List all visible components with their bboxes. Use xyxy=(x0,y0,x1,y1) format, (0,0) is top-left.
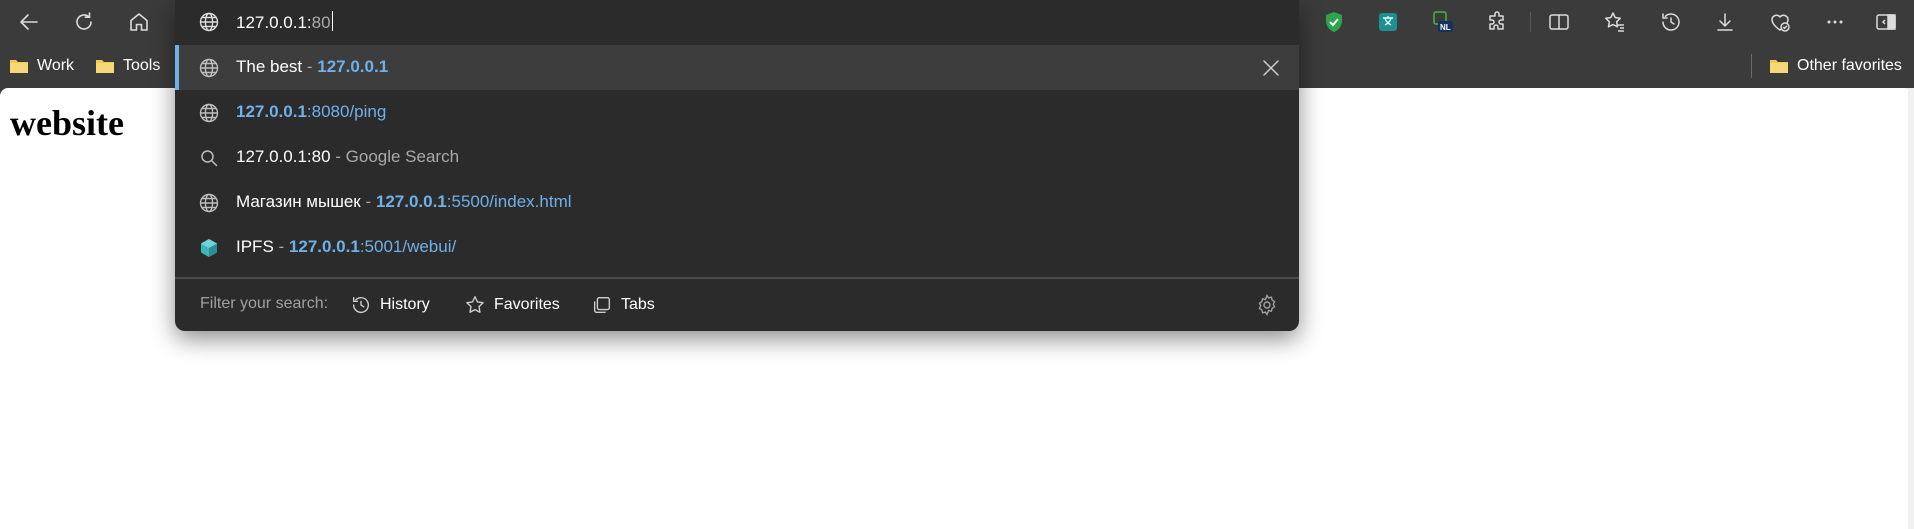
suggestion-item[interactable]: IPFS - 127.0.0.1:5001/webui/ xyxy=(175,225,1299,270)
star-icon xyxy=(466,296,484,313)
more-menu-button[interactable] xyxy=(1817,6,1853,38)
suggestion-title: The best xyxy=(236,57,303,76)
suggestion-title: Магазин мышек xyxy=(236,192,361,211)
browser-essentials-button[interactable] xyxy=(1762,6,1798,38)
arrow-left-icon xyxy=(20,14,38,30)
filter-chip-label: Favorites xyxy=(494,296,560,313)
filter-favorites-button[interactable]: Favorites xyxy=(464,289,560,321)
inline-autocomplete: 80 xyxy=(311,13,331,32)
puzzle-icon xyxy=(1489,11,1504,30)
filter-tabs-button[interactable]: Tabs xyxy=(591,289,655,321)
refresh-icon xyxy=(76,12,92,30)
suggestion-url-rest: :5001/webui/ xyxy=(359,237,457,256)
sidebar-icon xyxy=(1876,14,1896,30)
text-caret xyxy=(331,11,333,31)
suggestion-text: 127.0.0.1:8080/ping xyxy=(236,102,386,122)
favorites-folder-label: Tools xyxy=(123,57,161,74)
suggestion-title: IPFS xyxy=(236,237,274,256)
star-list-icon xyxy=(1605,12,1624,32)
heart-pulse-icon xyxy=(1771,14,1790,32)
suggestion-text: 127.0.0.1:80 - Google Search xyxy=(236,147,459,167)
other-favorites-label: Other favorites xyxy=(1797,57,1902,74)
globe-icon xyxy=(199,58,219,78)
back-button[interactable] xyxy=(11,6,47,38)
favorites-folder-work[interactable]: Work xyxy=(9,53,74,79)
suggestion-url-match: 127.0.0.1 xyxy=(375,192,447,211)
suggestion-url-match: 127.0.0.1 xyxy=(288,237,360,256)
download-icon xyxy=(1717,13,1733,31)
shield-check-icon xyxy=(1326,12,1342,32)
toolbar-separator xyxy=(1530,12,1531,32)
history-icon xyxy=(1662,13,1680,31)
filter-label: Filter your search: xyxy=(200,295,329,312)
downloads-button[interactable] xyxy=(1707,6,1743,38)
address-input[interactable]: 127.0.0.1:80 xyxy=(236,11,333,33)
dropdown-divider xyxy=(175,277,1299,279)
gear-icon[interactable] xyxy=(1255,293,1279,317)
home-button[interactable] xyxy=(121,6,157,38)
folder-icon xyxy=(10,60,28,73)
favorites-bar-separator xyxy=(1751,54,1752,78)
suggestion-item[interactable]: The best - 127.0.0.1 xyxy=(175,45,1299,90)
suggestion-url-rest: :5500/index.html xyxy=(446,192,572,211)
address-bar-dropdown: 127.0.0.1:80 The best - 127.0.0.1 127.0.… xyxy=(175,0,1299,331)
shield-extension-button[interactable] xyxy=(1316,6,1352,38)
search-query: 127.0.0.1:80 xyxy=(236,147,331,166)
vertical-scrollbar[interactable] xyxy=(1908,88,1914,529)
suggestion-item[interactable]: 127.0.0.1:8080/ping xyxy=(175,90,1299,135)
favorites-folder-label: Work xyxy=(37,57,75,74)
filter-chip-label: Tabs xyxy=(621,296,655,313)
suggestion-item[interactable]: 127.0.0.1:80 - Google Search xyxy=(175,135,1299,180)
filter-chip-label: History xyxy=(380,296,430,313)
sidebar-toggle-button[interactable] xyxy=(1868,6,1904,38)
more-dots-icon xyxy=(1827,20,1843,24)
home-icon xyxy=(130,13,148,31)
favorites-button[interactable] xyxy=(1597,6,1633,38)
translate-extension-icon xyxy=(1379,13,1397,31)
split-screen-icon xyxy=(1549,14,1569,30)
suggestion-separator: - xyxy=(302,57,318,76)
suggestion-text: The best - 127.0.0.1 xyxy=(236,57,388,77)
nl-extension-button[interactable]: NL xyxy=(1424,6,1460,38)
svg-text:NL: NL xyxy=(1440,23,1451,32)
address-bar[interactable]: 127.0.0.1:80 xyxy=(175,0,1299,44)
translator-extension-button[interactable] xyxy=(1370,6,1406,38)
suggestion-separator: - xyxy=(330,147,346,166)
favorites-folder-tools[interactable]: Tools xyxy=(95,53,160,79)
search-icon xyxy=(201,150,218,167)
extensions-button[interactable] xyxy=(1479,6,1515,38)
suggestion-text: Магазин мышек - 127.0.0.1:5500/index.htm… xyxy=(236,192,572,212)
globe-icon xyxy=(199,12,219,32)
typed-text: 127.0.0.1: xyxy=(236,13,312,32)
folder-icon xyxy=(96,60,114,73)
search-engine-name: Google Search xyxy=(345,147,460,166)
suggestion-url-rest: :8080/ping xyxy=(306,102,387,121)
globe-icon xyxy=(199,103,219,123)
ipfs-cube-icon xyxy=(201,239,217,257)
refresh-button[interactable] xyxy=(66,6,102,38)
suggestion-separator: - xyxy=(273,237,289,256)
suggestion-text: IPFS - 127.0.0.1:5001/webui/ xyxy=(236,237,456,257)
folder-icon xyxy=(1770,60,1788,73)
globe-icon xyxy=(199,193,219,213)
search-filter-row: Filter your search: History Favorites Ta… xyxy=(175,282,1299,327)
page-heading: website xyxy=(10,103,124,143)
suggestion-item[interactable]: Магазин мышек - 127.0.0.1:5500/index.htm… xyxy=(175,180,1299,225)
remove-suggestion-button[interactable] xyxy=(1257,54,1285,82)
history-button[interactable] xyxy=(1653,6,1689,38)
tabs-icon xyxy=(593,296,611,314)
other-favorites-folder[interactable]: Other favorites xyxy=(1769,53,1902,79)
nl-badge-icon: NL xyxy=(1433,11,1453,32)
split-screen-button[interactable] xyxy=(1541,6,1577,38)
filter-history-button[interactable]: History xyxy=(350,289,430,321)
history-icon xyxy=(352,296,369,314)
suggestion-separator: - xyxy=(360,192,376,211)
suggestion-url-match: 127.0.0.1 xyxy=(317,57,389,76)
suggestion-url-match: 127.0.0.1 xyxy=(236,102,307,121)
close-icon xyxy=(1263,60,1279,76)
